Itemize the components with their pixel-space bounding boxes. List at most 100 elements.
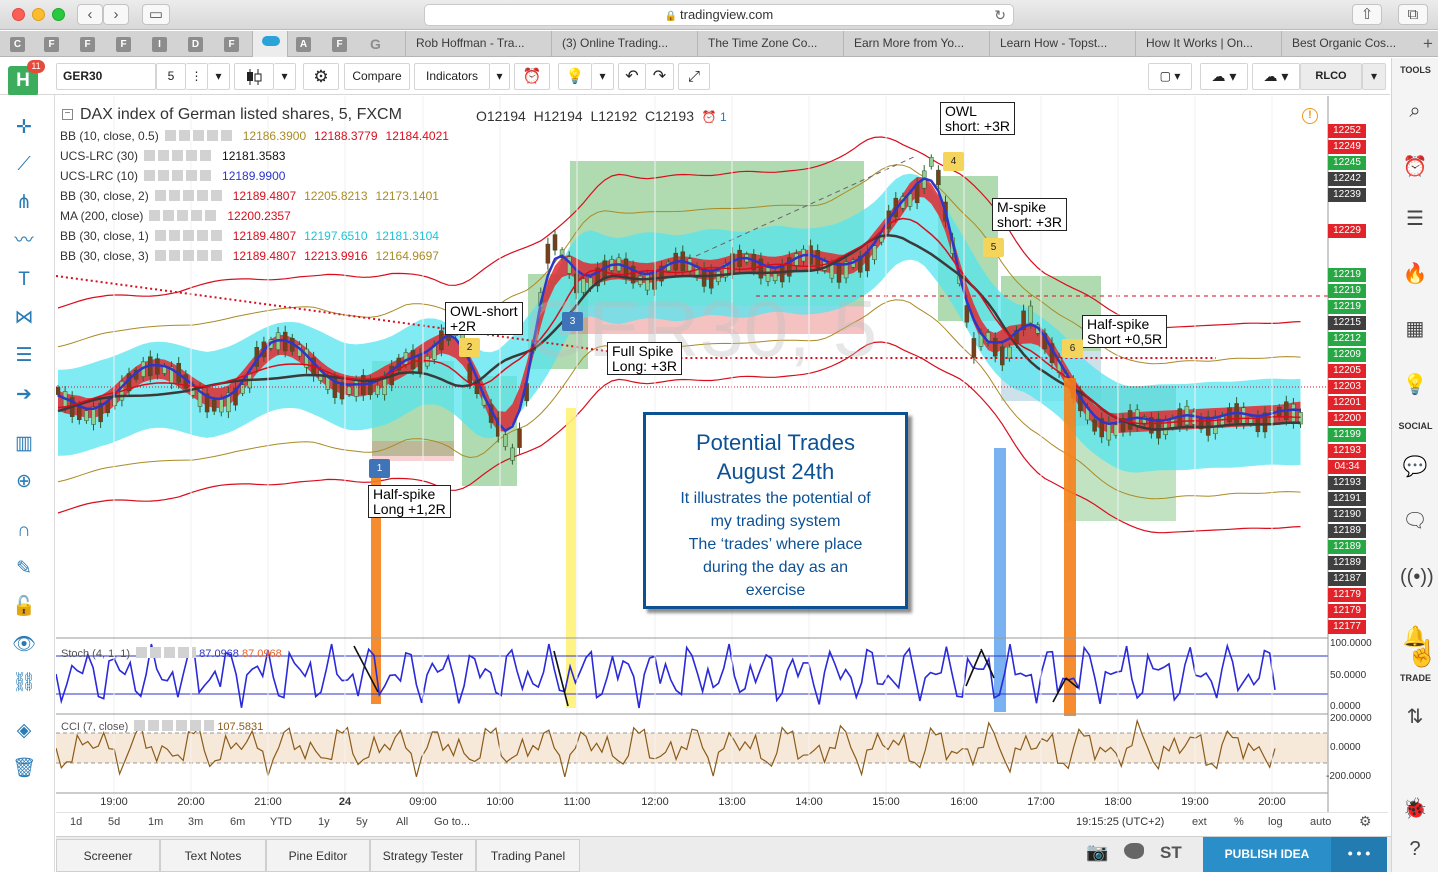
chart-style-dropdown-icon[interactable]: ▾ [274,63,296,90]
interval-button[interactable]: 5 [156,63,186,90]
measure-icon[interactable]: ▥ [10,432,38,456]
cci-controls-icon[interactable] [134,720,215,731]
range-button[interactable]: YTD [270,816,292,828]
indicator-controls-icon[interactable] [154,230,225,241]
indicator-label[interactable]: BB (10, close, 0.5) [60,129,159,143]
zoom-window-button[interactable] [52,8,65,21]
watchlist-icon[interactable]: ☰ [1400,206,1430,232]
chart-style-candles-icon[interactable] [234,63,274,90]
range-button[interactable]: 6m [230,816,245,828]
toggle-ext[interactable]: ext [1192,816,1207,828]
layout-icon[interactable]: ▢ ▾ [1148,63,1192,90]
help-icon[interactable]: ? [1400,836,1430,862]
undo-icon[interactable]: ↶ [618,63,646,90]
indicator-controls-icon[interactable] [154,190,225,201]
save-layout-cloud-icon[interactable]: ☁ ▾ [1252,63,1300,90]
interval-more-icon[interactable]: ⋮ [186,63,208,90]
lock-drawings-icon[interactable]: 🔓 [10,595,38,619]
tab-time-zone[interactable]: The Time Zone Co... [697,31,832,56]
trade-marker-2[interactable]: 2 [459,338,480,357]
tab-learn-how[interactable]: Learn How - Topst... [989,31,1124,56]
tab-how-it-works[interactable]: How It Works | On... [1135,31,1270,56]
trade-marker-4[interactable]: 4 [943,152,964,171]
object-tree-icon[interactable]: ◈ [10,719,38,743]
stay-drawing-icon[interactable]: ✎ [10,557,38,581]
indicator-label[interactable]: BB (30, close, 1) [60,229,149,243]
streams-broadcast-icon[interactable]: ((•)) [1400,564,1434,590]
load-layout-cloud-icon[interactable]: ☁ ▾ [1200,63,1248,90]
indicators-button[interactable]: Indicators [414,63,490,90]
warning-icon[interactable]: ! [1302,108,1318,124]
fullscreen-icon[interactable]: ⤢ [678,63,710,90]
trade-marker-1[interactable]: 1 [369,459,390,478]
annotation-box[interactable]: M-spike short: +3R [992,198,1067,231]
compare-button[interactable]: Compare [344,63,410,90]
search-icon[interactable]: ⌕ [1400,98,1430,124]
minimize-window-button[interactable] [32,8,45,21]
indicator-label[interactable]: BB (30, close, 2) [60,189,149,203]
indicators-dropdown-icon[interactable]: ▾ [490,63,510,90]
pinned-tab-2[interactable]: F [44,37,59,52]
tab-online-trading[interactable]: (3) Online Trading... [551,31,686,56]
annotation-box[interactable]: Half-spike Short +0,5R [1082,315,1168,348]
tab-organic-cosmetics[interactable]: Best Organic Cos... [1281,31,1416,56]
tradingview-tab-active[interactable] [252,31,288,57]
new-tab-button[interactable]: + [1418,31,1438,56]
arrow-icon[interactable]: ➔ [10,383,38,407]
interval-dropdown-icon[interactable]: ▾ [208,63,230,90]
pinned-tab-3[interactable]: F [80,37,95,52]
range-button[interactable]: 1y [318,816,330,828]
tab-screener[interactable]: Screener [56,839,160,872]
tab-text-notes[interactable]: Text Notes [160,839,266,872]
annotation-box[interactable]: OWL short: +3R [940,102,1015,135]
indicator-label[interactable]: MA (200, close) [60,209,143,223]
collapse-legend-icon[interactable]: − [62,109,73,120]
ideas-dropdown-icon[interactable]: ▾ [592,63,614,90]
annotation-box[interactable]: OWL-short +2R [445,302,523,335]
stoch-controls-icon[interactable] [136,647,197,658]
tweet-icon[interactable] [1124,843,1144,859]
chat-icon[interactable]: 💬 [1400,454,1430,480]
crosshair-icon[interactable]: ✛ [10,116,38,140]
link-icon[interactable]: ⛓ [10,671,38,695]
magnet-icon[interactable]: ∩ [10,519,38,543]
private-chat-icon[interactable]: 🗨 [1400,508,1430,534]
range-button[interactable]: Go to... [434,816,470,828]
indicator-controls-icon[interactable] [164,130,235,141]
trade-marker-5[interactable]: 5 [983,238,1004,257]
publish-idea-button[interactable]: PUBLISH IDEA [1203,837,1331,872]
range-button[interactable]: 5y [356,816,368,828]
ideas-stream-bulb-icon[interactable]: 💡 [1400,372,1430,398]
remove-drawings-trash-icon[interactable]: 🗑 [10,757,38,781]
range-button[interactable]: All [396,816,408,828]
trend-line-icon[interactable]: ⟋ [10,153,38,177]
annotation-box[interactable]: Full Spike Long: +3R [607,342,682,375]
annotation-box[interactable]: Half-spike Long +1,2R [368,485,451,518]
tab-rob-hoffman[interactable]: Rob Hoffman - Tra... [405,31,540,56]
forward-button[interactable]: › [103,4,129,25]
tab-earn-more[interactable]: Earn More from Yo... [843,31,978,56]
range-button[interactable]: 5d [108,816,120,828]
tab-strategy-tester[interactable]: Strategy Tester [370,839,476,872]
hotlist-flame-icon[interactable]: 🔥 [1400,261,1430,287]
zoom-icon[interactable]: ⊕ [10,470,38,494]
alert-clock-icon[interactable]: ⏰ [514,63,550,90]
range-button[interactable]: 1m [148,816,163,828]
sidebar-toggle-button[interactable]: ▭ [142,4,170,25]
pinned-tab-9[interactable]: F [332,37,347,52]
indicator-controls-icon[interactable] [144,170,215,181]
indicator-controls-icon[interactable] [144,150,215,161]
close-window-button[interactable] [12,8,25,21]
trading-arrows-icon[interactable]: ⇅ [1400,704,1430,730]
indicator-label[interactable]: BB (30, close, 3) [60,249,149,263]
symbol-title[interactable]: DAX index of German listed shares, 5, FX… [80,106,402,124]
stocktwits-icon[interactable]: ST [1160,843,1182,863]
tab-pine-editor[interactable]: Pine Editor [266,839,370,872]
share-button[interactable]: ⇧ [1352,4,1382,25]
alerts-clock-icon[interactable]: ⏰ [1400,154,1430,180]
toggle-auto[interactable]: auto [1310,816,1331,828]
toggle-percent[interactable]: % [1234,816,1244,828]
range-button[interactable]: 3m [188,816,203,828]
pinned-tab-10[interactable]: G [368,37,383,52]
tab-trading-panel[interactable]: Trading Panel [476,839,580,872]
